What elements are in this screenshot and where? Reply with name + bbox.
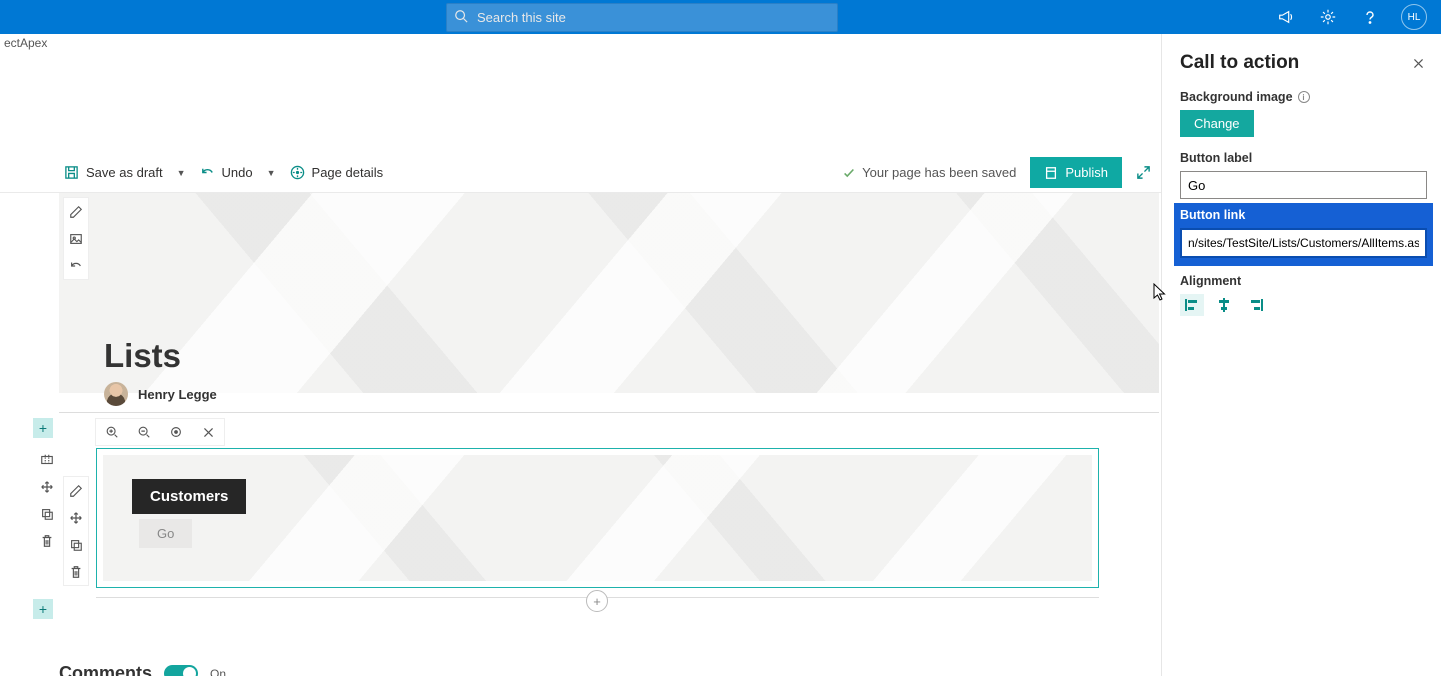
- save-as-draft-button[interactable]: Save as draft: [56, 153, 171, 192]
- search-input[interactable]: [446, 3, 838, 32]
- cta-background: [103, 455, 1092, 581]
- undo-label: Undo: [222, 165, 253, 180]
- add-section-button-top[interactable]: +: [33, 418, 53, 438]
- author-avatar: [104, 382, 128, 406]
- alignment-options: [1180, 294, 1427, 316]
- zoom-out-icon[interactable]: [134, 422, 154, 442]
- image-icon[interactable]: [64, 225, 88, 252]
- section-duplicate-icon[interactable]: [34, 500, 60, 527]
- button-link-input[interactable]: [1180, 228, 1427, 258]
- webpart-delete-icon[interactable]: [64, 558, 88, 585]
- search-container: [446, 3, 838, 32]
- align-center-button[interactable]: [1212, 294, 1236, 316]
- reset-icon[interactable]: [64, 252, 88, 279]
- button-link-label: Button link: [1180, 208, 1427, 222]
- publish-button[interactable]: Publish: [1030, 157, 1122, 188]
- suite-nav-right: HL: [1275, 4, 1441, 30]
- add-section-button-bottom[interactable]: +: [33, 599, 53, 619]
- saved-message-text: Your page has been saved: [862, 165, 1016, 180]
- editor-canvas: Lists Henry Legge + + Customers Go +: [0, 193, 1161, 676]
- webpart-edit-icon[interactable]: [64, 477, 88, 504]
- undo-button[interactable]: Undo: [192, 153, 261, 192]
- webpart-move-icon[interactable]: [64, 504, 88, 531]
- button-label-label: Button label: [1180, 151, 1427, 165]
- webpart-top-toolbar: [95, 418, 225, 446]
- zoom-in-icon[interactable]: [102, 422, 122, 442]
- comments-state: On: [210, 667, 226, 676]
- expand-icon[interactable]: [1136, 165, 1151, 180]
- page-details-label: Page details: [312, 165, 384, 180]
- save-as-draft-label: Save as draft: [86, 165, 163, 180]
- add-webpart-button[interactable]: +: [586, 590, 608, 612]
- property-panel: Call to action Background image i Change…: [1161, 34, 1441, 676]
- page-details-button[interactable]: Page details: [282, 153, 392, 192]
- comments-row: Comments On: [59, 663, 226, 676]
- section-delete-icon[interactable]: [34, 527, 60, 554]
- bg-image-label: Background image i: [1180, 90, 1427, 104]
- cta-webpart[interactable]: Customers Go: [96, 448, 1099, 588]
- help-icon[interactable]: [1359, 6, 1381, 28]
- close-icon[interactable]: [1407, 52, 1429, 74]
- cta-button[interactable]: Go: [139, 519, 192, 548]
- change-button[interactable]: Change: [1180, 110, 1254, 137]
- align-right-button[interactable]: [1244, 294, 1268, 316]
- focal-point-icon[interactable]: [166, 422, 186, 442]
- webpart-side-toolbar: [63, 476, 89, 586]
- publish-label: Publish: [1065, 165, 1108, 180]
- section-divider: [59, 412, 1159, 413]
- user-avatar[interactable]: HL: [1401, 4, 1427, 30]
- info-icon[interactable]: i: [1298, 91, 1310, 103]
- command-bar: Save as draft ▼ Undo ▼ Page details Your…: [0, 153, 1161, 193]
- megaphone-icon[interactable]: [1275, 6, 1297, 28]
- edit-icon[interactable]: [64, 198, 88, 225]
- panel-title: Call to action: [1180, 52, 1427, 74]
- saved-message: Your page has been saved: [842, 165, 1016, 180]
- button-link-highlight: Button link: [1174, 203, 1433, 266]
- section-move-icon[interactable]: [34, 473, 60, 500]
- remove-image-icon[interactable]: [198, 422, 218, 442]
- title-area-background: [59, 193, 1159, 393]
- alignment-label: Alignment: [1180, 274, 1427, 288]
- comments-label: Comments: [59, 663, 152, 676]
- undo-dropdown[interactable]: ▼: [261, 168, 282, 178]
- align-left-button[interactable]: [1180, 294, 1204, 316]
- gear-icon[interactable]: [1317, 6, 1339, 28]
- webpart-duplicate-icon[interactable]: [64, 531, 88, 558]
- section-toolbar: [34, 446, 60, 554]
- page-author: Henry Legge: [104, 382, 217, 406]
- cta-title[interactable]: Customers: [132, 479, 246, 514]
- page-title[interactable]: Lists: [104, 337, 181, 375]
- suite-nav-bar: HL: [0, 0, 1441, 34]
- title-area-toolbar: [63, 197, 89, 280]
- section-edit-icon[interactable]: [34, 446, 60, 473]
- button-label-input[interactable]: [1180, 171, 1427, 199]
- save-dropdown[interactable]: ▼: [171, 168, 192, 178]
- author-name: Henry Legge: [138, 387, 217, 402]
- comments-toggle[interactable]: [164, 665, 198, 676]
- search-icon: [454, 9, 468, 23]
